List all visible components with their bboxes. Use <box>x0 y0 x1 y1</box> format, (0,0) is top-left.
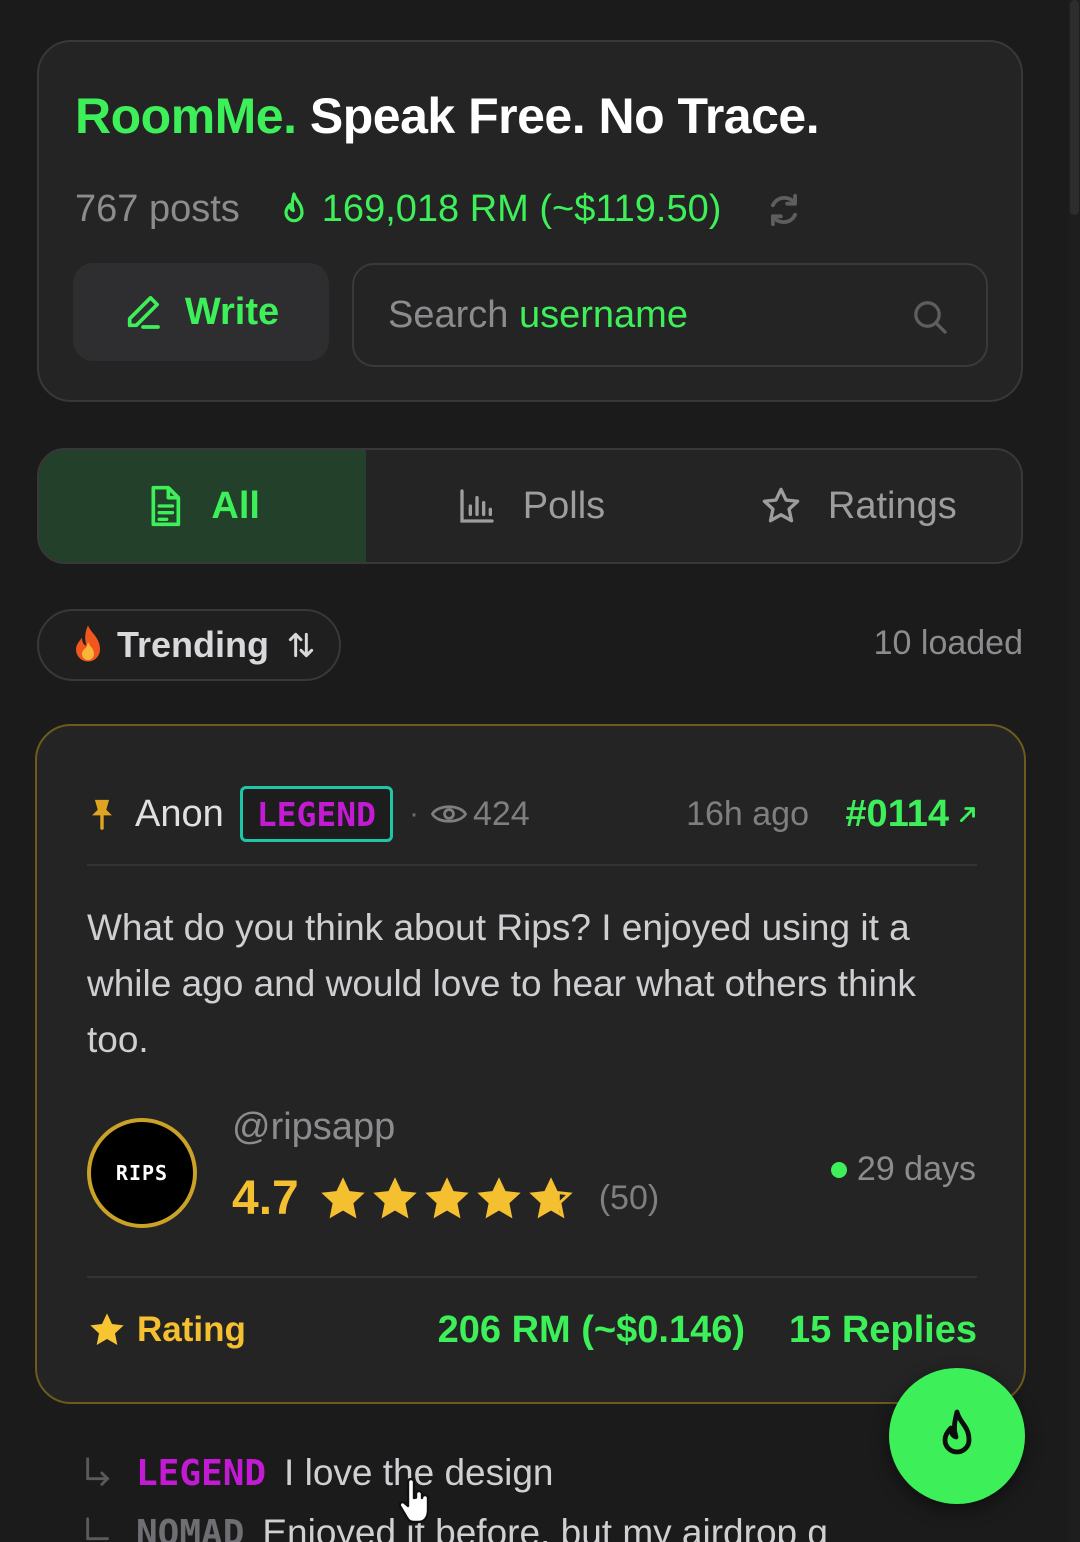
boost-fab-button[interactable] <box>889 1368 1025 1504</box>
activity-age: 29 days <box>856 1150 976 1188</box>
pin-icon <box>87 797 117 831</box>
post-time: 16h ago <box>686 794 809 833</box>
eye-icon <box>430 805 467 823</box>
app-handle[interactable]: @ripsapp <box>232 1106 395 1149</box>
divider <box>87 1276 977 1278</box>
post-author[interactable]: Anon <box>135 793 224 836</box>
star-icon <box>529 1176 573 1221</box>
rank-badge: LEGEND <box>239 786 393 842</box>
tab-ratings-label: Ratings <box>827 484 957 527</box>
pencil-icon <box>127 296 160 329</box>
rating-value: 4.7 <box>232 1172 299 1225</box>
online-dot-icon <box>830 1161 847 1178</box>
tab-all[interactable]: All <box>39 450 367 562</box>
balance: 169,018 RM (~$119.50) <box>278 188 722 231</box>
tab-ratings[interactable]: Ratings <box>696 450 1021 562</box>
rating-summary: 4.7 (50) <box>232 1171 659 1226</box>
filter-tabs: All Polls Ratings <box>37 448 1023 564</box>
star-icon <box>529 1176 573 1218</box>
reply-arrow-icon <box>82 1456 116 1490</box>
write-label: Write <box>184 290 280 333</box>
flame-icon <box>284 191 304 222</box>
page-title: RoomMe. Speak Free. No Trace. <box>75 87 820 145</box>
loaded-count: 10 loaded <box>873 624 1023 662</box>
star-outline-icon <box>762 487 800 523</box>
post-id: #0114 <box>845 792 949 835</box>
separator-dot: · <box>408 797 419 830</box>
star-icon <box>321 1176 365 1221</box>
rating-count: (50) <box>598 1179 660 1217</box>
reply-text: Enjoyed it before, but my airdrop g <box>262 1512 828 1542</box>
reply-badge: NOMAD <box>136 1512 245 1542</box>
activity-status: 29 days <box>830 1150 976 1189</box>
star-rating <box>321 1176 573 1221</box>
arrow-up-right-icon <box>959 807 975 823</box>
tab-polls[interactable]: Polls <box>366 450 695 562</box>
reply-badge: LEGEND <box>136 1452 267 1494</box>
app-page: RoomMe. Speak Free. No Trace. 767 posts … <box>0 0 1080 1542</box>
scrollbar[interactable] <box>1068 0 1080 1542</box>
star-icon <box>477 1176 521 1221</box>
star-icon <box>90 1313 124 1345</box>
post-footer: Rating 206 RM (~$0.146) 15 Replies <box>87 1300 977 1360</box>
tab-polls-label: Polls <box>522 484 606 527</box>
app-logo[interactable]: RIPS <box>87 1118 197 1228</box>
search-placeholder: Search username <box>388 293 688 336</box>
star-icon <box>425 1176 469 1221</box>
tab-all-label: All <box>211 484 260 527</box>
balance-amount: 169,018 RM (~$119.50) <box>321 188 722 230</box>
star-icon <box>373 1176 417 1218</box>
refresh-icon[interactable] <box>765 191 803 229</box>
sort-label: Trending <box>117 624 269 665</box>
post-reward: 206 RM (~$0.146) <box>437 1308 745 1351</box>
star-icon <box>373 1176 417 1221</box>
sort-arrows-icon <box>288 632 314 658</box>
reply-preview[interactable]: LEGEND I love the design <box>82 1452 554 1494</box>
reply-arrow-icon <box>82 1516 116 1542</box>
star-icon <box>321 1176 365 1218</box>
star-icon <box>477 1176 521 1218</box>
header-card: RoomMe. Speak Free. No Trace. 767 posts … <box>37 40 1023 402</box>
bar-chart-icon <box>460 489 494 523</box>
post-type-label: Rating <box>137 1310 246 1349</box>
document-icon <box>151 485 181 527</box>
tagline: Speak Free. No Trace. <box>309 88 820 144</box>
posts-count: 767 posts <box>75 188 240 230</box>
replies-link[interactable]: 15 Replies <box>789 1309 977 1352</box>
fire-icon <box>76 625 100 662</box>
view-count: 424 <box>430 794 530 834</box>
brand-name: RoomMe. <box>75 88 297 144</box>
write-button[interactable]: Write <box>73 263 329 361</box>
stats-row: 767 posts 169,018 RM (~$119.50) <box>75 188 803 231</box>
hand-cursor-icon <box>398 1478 430 1524</box>
post-id-link[interactable]: #0114 <box>845 793 979 836</box>
flame-icon <box>942 1409 972 1455</box>
scrollbar-thumb[interactable] <box>1070 0 1079 215</box>
star-icon <box>425 1176 469 1218</box>
post-body: What do you think about Rips? I enjoyed … <box>87 907 916 1060</box>
post-type: Rating <box>87 1310 246 1350</box>
reply-preview[interactable]: NOMAD Enjoyed it before, but my airdrop … <box>82 1512 828 1542</box>
search-icon[interactable] <box>910 297 950 337</box>
post-card[interactable]: Anon LEGEND · 424 16h ago #0114 What do … <box>35 724 1026 1404</box>
view-count-value: 424 <box>472 794 530 833</box>
sort-dropdown[interactable]: Trending <box>37 609 341 681</box>
post-header: Anon LEGEND · 424 16h ago #0114 <box>87 784 979 844</box>
divider <box>87 864 977 866</box>
search-input[interactable]: Search username <box>352 263 988 367</box>
